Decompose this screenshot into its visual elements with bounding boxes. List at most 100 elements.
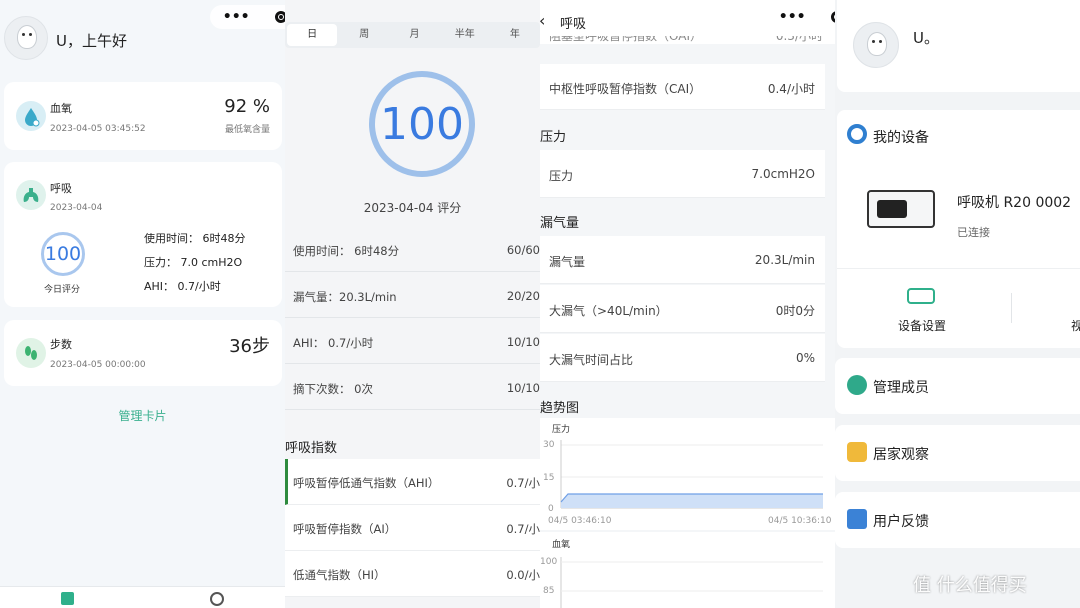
lungs-icon xyxy=(16,180,46,210)
tab-week[interactable]: 周 xyxy=(339,24,389,46)
breath-score-ring: 100 xyxy=(41,232,85,276)
breath-score: 100 xyxy=(44,243,82,265)
leak-row: 大漏气（>40L/min） 0时0分 xyxy=(540,285,825,333)
daily-score: 100 xyxy=(380,98,464,150)
leak-row: 漏气量 20.3L/min xyxy=(540,236,825,284)
feedback-icon xyxy=(847,509,867,529)
breath-card[interactable]: 呼吸 2023-04-04 100 今日评分 使用时间： 6时48分 压力： 7… xyxy=(4,162,282,307)
pressure-value: 7.0cmH2O xyxy=(751,167,815,181)
leak-label: 大漏气（>40L/min） xyxy=(549,304,668,318)
greeting: U，上午好 xyxy=(56,32,127,50)
index-row[interactable]: 呼吸暂停指数（AI） 0.7/小 xyxy=(285,505,540,551)
manage-cards-link[interactable]: 管理卡片 xyxy=(0,407,285,424)
pressure-chart: 压力 30 15 0 04/5 03:46:10 04/5 10:36:10 xyxy=(540,418,835,530)
leak-value: 0时0分 xyxy=(775,304,815,318)
metric-value: 60/60 xyxy=(506,243,540,257)
breath-title: 呼吸 xyxy=(50,182,72,195)
cai-row: 中枢性呼吸暂停指数（CAI） 0.4/小时 xyxy=(540,64,825,110)
devices-card: 我的设备 呼吸机 R20 0002 已连接 设备设置 视 xyxy=(837,110,1080,348)
more-icon[interactable]: ••• xyxy=(779,9,806,25)
x-tick-end: 04/5 10:36:10 xyxy=(768,516,832,526)
cai-label: 中枢性呼吸暂停指数（CAI） xyxy=(549,82,702,96)
trend-section: 趋势图 xyxy=(540,401,580,416)
leak-section: 漏气量 xyxy=(540,216,580,231)
menu-label: 居家观察 xyxy=(873,447,929,463)
breath-usage: 使用时间： 6时48分 xyxy=(144,232,246,245)
steps-title: 步数 xyxy=(50,338,72,351)
metric-value: 20/20 xyxy=(506,289,540,303)
ventilator-screen xyxy=(877,200,907,218)
metric-label: AHI： 0.7/小时 xyxy=(293,336,374,350)
metric-row: 摘下次数： 0次 10/10 xyxy=(285,365,540,410)
user-avatar[interactable] xyxy=(853,22,899,68)
members-icon xyxy=(847,375,867,395)
metric-value: 10/10 xyxy=(506,335,540,349)
close-icon[interactable] xyxy=(275,11,285,23)
profile-tab-icon[interactable] xyxy=(210,592,224,606)
score-ring: 100 xyxy=(369,71,475,177)
leak-label: 大漏气时间占比 xyxy=(549,353,634,367)
period-tabs: 日 周 月 半年 年 xyxy=(285,22,540,48)
breath-ahi: AHI： 0.7/小时 xyxy=(144,280,221,293)
index-value: 0.0/小 xyxy=(506,568,540,582)
menu-user-feedback[interactable]: 用户反馈 xyxy=(835,492,1080,548)
metric-row: 使用时间： 6时48分 60/60 xyxy=(285,227,540,272)
device-settings-icon[interactable] xyxy=(907,288,935,304)
home-panel: U，上午好 ••• 血氧 2023-04-05 03:45:52 92 % 最低… xyxy=(0,0,285,608)
index-row[interactable]: 低通气指数（HI） 0.0/小 xyxy=(285,551,540,597)
spo2-card[interactable]: 血氧 2023-04-05 03:45:52 92 % 最低氧含量 xyxy=(4,82,282,150)
metric-row: AHI： 0.7/小时 10/10 xyxy=(285,319,540,364)
spo2-title: 血氧 xyxy=(50,102,72,115)
metric-label: 使用时间： 6时48分 xyxy=(293,244,400,258)
pressure-row: 压力 7.0cmH2O xyxy=(540,150,825,198)
breath-detail-panel: ‹ 呼吸 ••• 阻塞型呼吸暂停指数（OAI） 0.3/小时 中枢性呼吸暂停指数… xyxy=(540,0,835,608)
menu-manage-members[interactable]: 管理成员 xyxy=(835,358,1080,414)
tab-half-year[interactable]: 半年 xyxy=(440,24,490,46)
tab-bar xyxy=(0,586,285,608)
steps-card[interactable]: 步数 2023-04-05 00:00:00 36步 xyxy=(4,320,282,386)
top-bar: ‹ 呼吸 ••• 阻塞型呼吸暂停指数（OAI） 0.3/小时 xyxy=(540,0,835,44)
pressure-section: 压力 xyxy=(540,130,567,145)
breath-pressure: 压力： 7.0 cmH2O xyxy=(144,256,243,269)
score-panel: 日 周 月 半年 年 100 2023-04-04 评分 使用时间： 6时48分… xyxy=(285,0,540,608)
cai-value: 0.4/小时 xyxy=(767,82,815,96)
back-icon[interactable]: ‹ xyxy=(540,11,545,30)
clipped-row: 阻塞型呼吸暂停指数（OAI） 0.3/小时 xyxy=(540,36,835,44)
pressure-label: 压力 xyxy=(549,169,574,183)
spo2-trend-axes xyxy=(560,557,823,608)
leak-value: 0% xyxy=(795,351,815,365)
profile-card[interactable]: U。 xyxy=(837,0,1080,92)
mini-program-capsule[interactable]: ••• xyxy=(766,5,835,29)
spo2-time: 2023-04-05 03:45:52 xyxy=(50,124,146,134)
clipped-value: 0.3/小时 xyxy=(775,36,823,43)
home-tab-icon[interactable] xyxy=(61,592,74,605)
x-tick-start: 04/5 03:46:10 xyxy=(548,516,612,526)
drop-icon xyxy=(16,101,46,131)
tab-month[interactable]: 月 xyxy=(389,24,439,46)
profile-panel: U。 我的设备 呼吸机 R20 0002 已连接 设备设置 视 管理成员 居家观… xyxy=(835,0,1080,608)
mini-program-capsule[interactable]: ••• xyxy=(210,5,285,29)
menu-home-observation[interactable]: 居家观察 xyxy=(835,425,1080,481)
breath-score-label: 今日评分 xyxy=(44,285,81,295)
spo2-sub: 最低氧含量 xyxy=(224,125,270,135)
footprints-icon xyxy=(16,338,46,368)
spo2-value: 92 % xyxy=(224,96,270,117)
tab-day[interactable]: 日 xyxy=(287,24,338,46)
more-icon[interactable]: ••• xyxy=(223,9,250,25)
index-label: 低通气指数（HI） xyxy=(293,568,386,582)
page-title: 呼吸 xyxy=(560,17,587,32)
clipped-menu-label[interactable]: 视 xyxy=(1071,317,1080,334)
device-settings-label[interactable]: 设备设置 xyxy=(898,317,946,334)
device-status: 已连接 xyxy=(957,226,990,239)
index-value: 0.7/小 xyxy=(506,522,540,536)
tab-year[interactable]: 年 xyxy=(490,24,540,46)
breath-date: 2023-04-04 xyxy=(50,203,103,213)
device-name: 呼吸机 R20 0002 xyxy=(957,195,1072,211)
user-avatar[interactable] xyxy=(4,16,48,60)
menu-label: 用户反馈 xyxy=(873,514,929,530)
steps-value: 36步 xyxy=(229,336,270,357)
index-row[interactable]: 呼吸暂停低通气指数（AHI） 0.7/小 xyxy=(285,459,540,505)
metric-label: 摘下次数： 0次 xyxy=(293,382,373,396)
index-label: 呼吸暂停低通气指数（AHI） xyxy=(293,476,440,490)
divider xyxy=(1011,293,1012,323)
